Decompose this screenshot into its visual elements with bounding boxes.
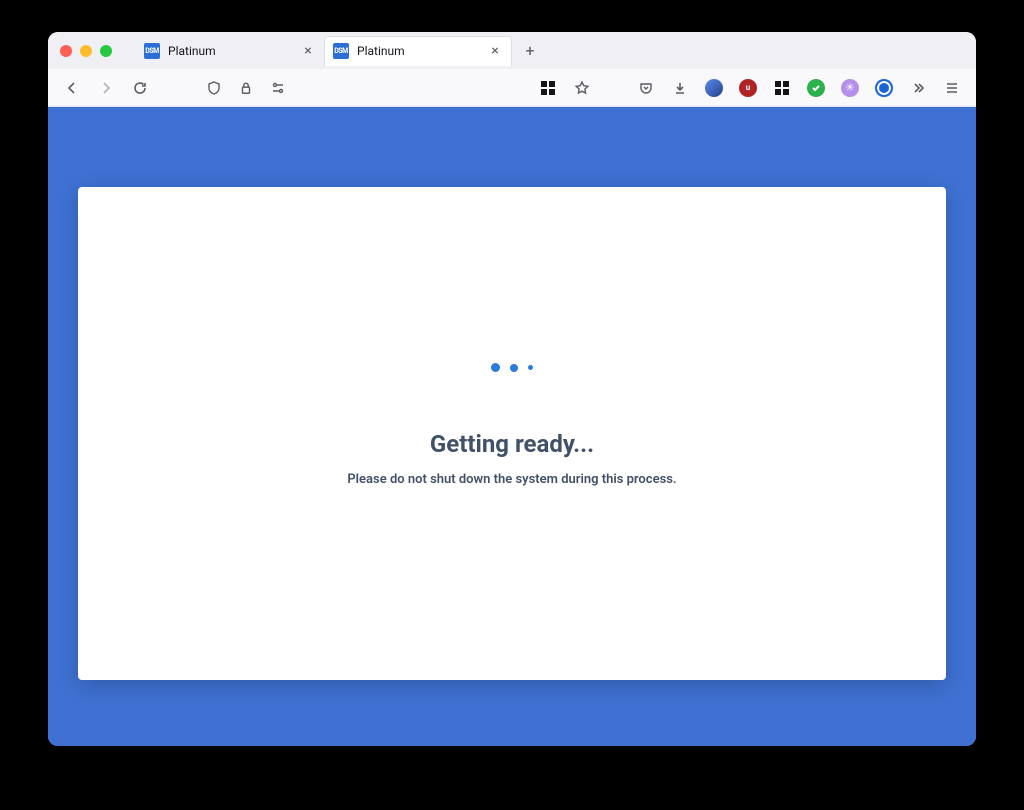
window-minimize-button[interactable] — [80, 45, 92, 57]
extension-snowflake-icon[interactable]: ✳ — [836, 74, 864, 102]
dot-icon — [491, 363, 500, 372]
qr-icon[interactable] — [534, 74, 562, 102]
loading-card: Getting ready... Please do not shut down… — [78, 187, 946, 680]
window-controls — [60, 45, 112, 57]
forward-button[interactable] — [92, 74, 120, 102]
extension-ublock-icon[interactable]: u — [734, 74, 762, 102]
back-button[interactable] — [58, 74, 86, 102]
dot-icon — [528, 365, 533, 370]
tabs: DSM Platinum × DSM Platinum × + — [136, 32, 544, 69]
extension-apps-icon[interactable] — [768, 74, 796, 102]
tab-platinum-1[interactable]: DSM Platinum × — [136, 36, 324, 66]
tab-favicon-icon: DSM — [144, 43, 160, 59]
reload-button[interactable] — [126, 74, 154, 102]
page-content: Getting ready... Please do not shut down… — [48, 107, 976, 746]
loading-spinner-icon — [491, 363, 533, 372]
window-close-button[interactable] — [60, 45, 72, 57]
extension-1password-icon[interactable] — [870, 74, 898, 102]
url-bar-icons — [200, 74, 292, 102]
loading-subtext: Please do not shut down the system durin… — [347, 472, 676, 487]
extension-icon-1[interactable] — [700, 74, 728, 102]
pocket-icon[interactable] — [632, 74, 660, 102]
tab-close-button[interactable]: × — [487, 43, 503, 59]
lock-icon[interactable] — [232, 74, 260, 102]
window-maximize-button[interactable] — [100, 45, 112, 57]
tab-favicon-icon: DSM — [333, 43, 349, 59]
tab-platinum-2[interactable]: DSM Platinum × — [324, 36, 512, 66]
tab-close-button[interactable]: × — [300, 43, 316, 59]
tab-title: Platinum — [168, 44, 300, 58]
dot-icon — [510, 364, 518, 372]
nav-toolbar: u ✳ — [48, 69, 976, 107]
menu-icon[interactable] — [938, 74, 966, 102]
extension-check-icon[interactable] — [802, 74, 830, 102]
loading-heading: Getting ready... — [430, 430, 594, 458]
bookmark-star-icon[interactable] — [568, 74, 596, 102]
new-tab-button[interactable]: + — [516, 37, 544, 65]
downloads-icon[interactable] — [666, 74, 694, 102]
overflow-icon[interactable] — [904, 74, 932, 102]
tab-title: Platinum — [357, 44, 487, 58]
tab-bar: DSM Platinum × DSM Platinum × + — [48, 32, 976, 69]
permissions-icon[interactable] — [264, 74, 292, 102]
shield-icon[interactable] — [200, 74, 228, 102]
browser-window: DSM Platinum × DSM Platinum × + — [48, 32, 976, 746]
